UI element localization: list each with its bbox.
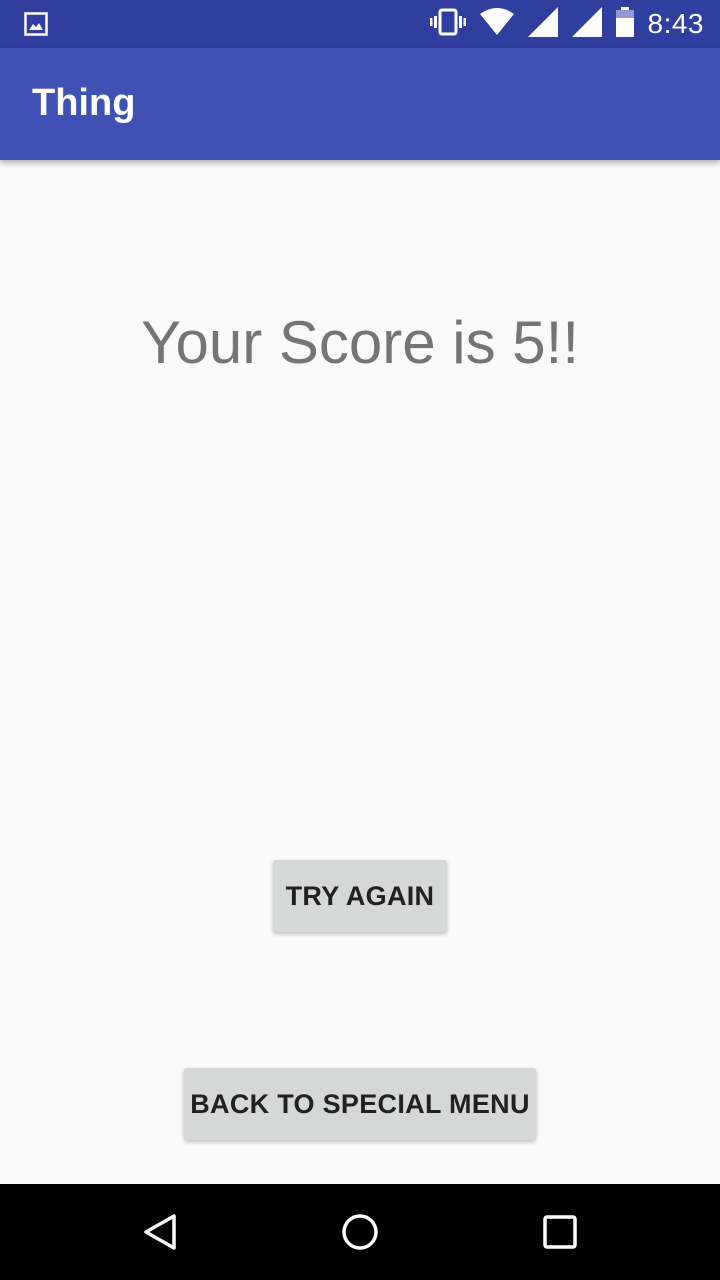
status-time: 8:43 bbox=[647, 8, 704, 39]
back-icon[interactable] bbox=[140, 1212, 180, 1252]
home-icon[interactable] bbox=[340, 1212, 380, 1252]
image-icon bbox=[24, 12, 48, 40]
app-bar: Thing bbox=[0, 48, 720, 160]
app-title: Thing bbox=[32, 82, 136, 124]
back-to-special-menu-button[interactable]: BACK TO SPECIAL MENU bbox=[184, 1068, 536, 1140]
signal-icon bbox=[571, 6, 602, 42]
battery-icon bbox=[615, 6, 634, 42]
score-text: Your Score is 5!! bbox=[140, 309, 580, 376]
main-content: Your Score is 5!! TRY AGAIN BACK TO SPEC… bbox=[0, 160, 720, 1184]
navigation-bar bbox=[0, 1184, 720, 1280]
try-again-button[interactable]: TRY AGAIN bbox=[273, 860, 447, 932]
signal-icon bbox=[527, 6, 558, 42]
status-bar: 8:43 bbox=[0, 0, 720, 48]
wifi-icon bbox=[479, 7, 514, 41]
recents-icon[interactable] bbox=[540, 1212, 580, 1252]
vibrate-icon bbox=[429, 8, 466, 41]
